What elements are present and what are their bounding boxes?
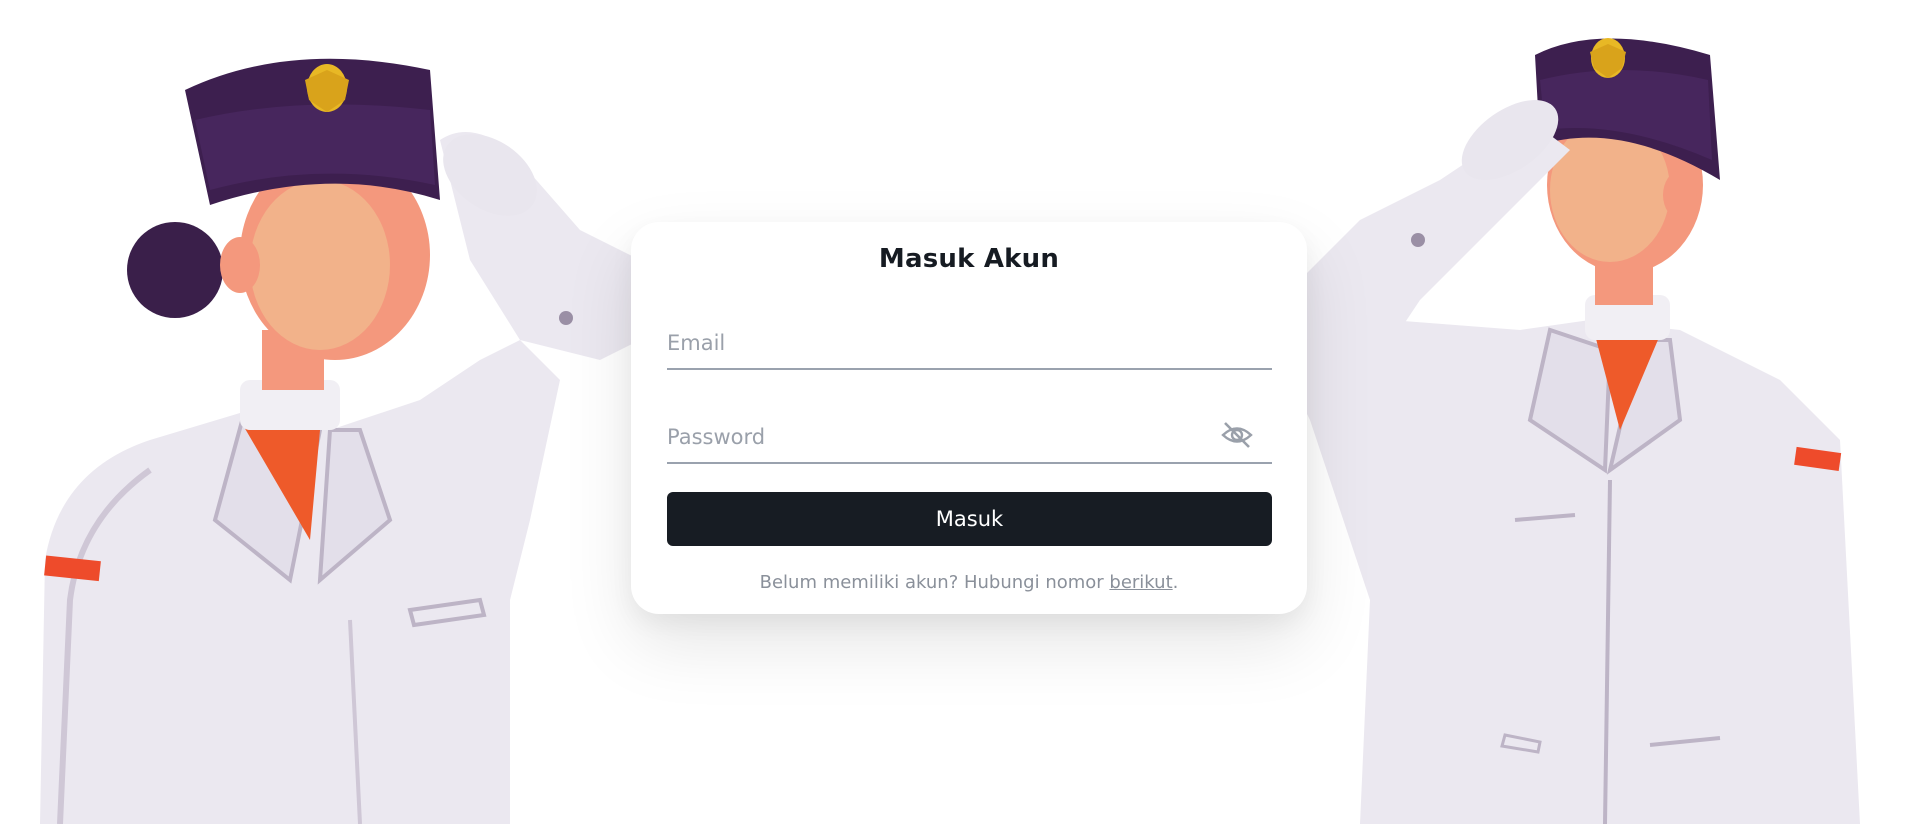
saluting-man-illustration: [1280, 38, 1860, 824]
eye-slash-icon[interactable]: [1220, 420, 1254, 450]
login-title: Masuk Akun: [878, 244, 1060, 274]
login-submit-button[interactable]: Masuk: [667, 492, 1272, 546]
password-input[interactable]: [667, 414, 1272, 460]
password-field-container: [667, 414, 1272, 464]
saluting-woman-illustration: [40, 58, 660, 824]
email-field-container: [667, 320, 1272, 370]
register-hint: Belum memiliki akun? Hubungi nomor berik…: [631, 572, 1307, 593]
email-input[interactable]: [667, 320, 1272, 366]
register-hint-period: .: [1172, 572, 1179, 593]
register-hint-text: Belum memiliki akun? Hubungi nomor: [759, 572, 1110, 593]
login-page: Masuk Akun Masuk Belum memiliki akun? Hu…: [0, 0, 1919, 824]
login-card: Masuk Akun Masuk Belum memiliki akun? Hu…: [631, 222, 1307, 614]
contact-link[interactable]: berikut: [1109, 572, 1172, 593]
